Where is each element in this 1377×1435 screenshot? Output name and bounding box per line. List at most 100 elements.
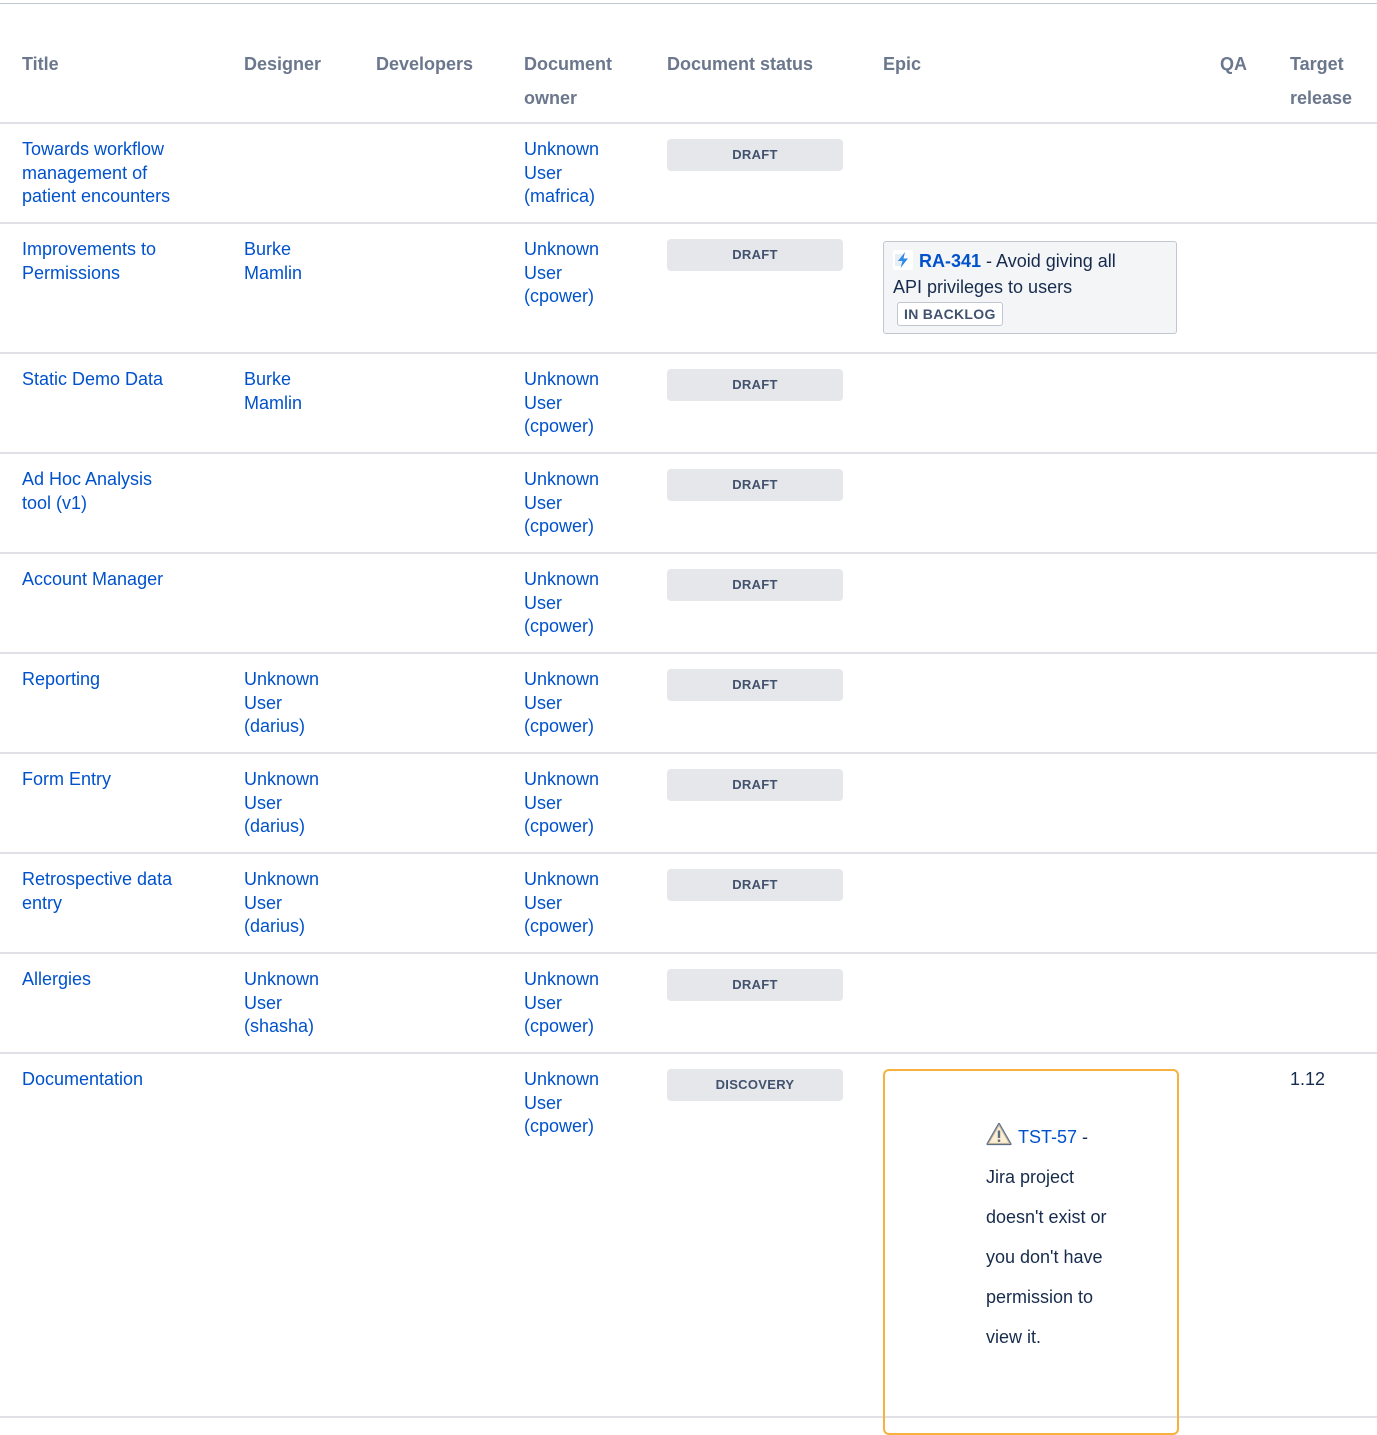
owner-line[interactable]: User <box>524 1092 649 1116</box>
owner-line[interactable]: (cpower) <box>524 415 649 439</box>
designer-line[interactable]: User <box>244 992 354 1016</box>
owner-line[interactable]: Unknown <box>524 138 649 162</box>
owner-line[interactable]: Unknown <box>524 368 649 392</box>
owner-line[interactable]: User <box>524 892 649 916</box>
row-title-link[interactable]: Account Manager <box>22 568 222 592</box>
designer-line[interactable]: (shasha) <box>244 1015 354 1039</box>
designer-line[interactable]: Unknown <box>244 868 354 892</box>
row-owner-link[interactable]: Unknown User (cpower) <box>524 668 649 739</box>
header-designer[interactable]: Designer <box>244 47 354 81</box>
row-title-link[interactable]: Ad Hoc Analysis tool (v1) <box>22 468 222 515</box>
owner-line[interactable]: User <box>524 262 649 286</box>
row-owner-link[interactable]: Unknown User (cpower) <box>524 368 649 439</box>
owner-line[interactable]: Unknown <box>524 968 649 992</box>
title-line[interactable]: Allergies <box>22 968 222 992</box>
row-title-link[interactable]: Allergies <box>22 968 222 992</box>
owner-line[interactable]: User <box>524 692 649 716</box>
row-title-link[interactable]: Static Demo Data <box>22 368 222 392</box>
designer-line[interactable]: (darius) <box>244 715 354 739</box>
designer-line[interactable]: User <box>244 692 354 716</box>
designer-line[interactable]: User <box>244 892 354 916</box>
owner-line[interactable]: User <box>524 992 649 1016</box>
title-line[interactable]: management of <box>22 162 222 186</box>
owner-line[interactable]: Unknown <box>524 868 649 892</box>
row-owner-link[interactable]: Unknown User (cpower) <box>524 238 649 309</box>
header-title[interactable]: Title <box>22 47 222 81</box>
title-line[interactable]: Form Entry <box>22 768 222 792</box>
row-designer-link[interactable]: Burke Mamlin <box>244 238 354 285</box>
title-line[interactable]: entry <box>22 892 222 916</box>
designer-line[interactable]: (darius) <box>244 815 354 839</box>
row-title-link[interactable]: Form Entry <box>22 768 222 792</box>
owner-line[interactable]: (cpower) <box>524 515 649 539</box>
row-owner-link[interactable]: Unknown User (mafrica) <box>524 138 649 209</box>
row-designer-link[interactable]: Unknown User (darius) <box>244 768 354 839</box>
row-owner-link[interactable]: Unknown User (cpower) <box>524 1068 649 1139</box>
epic-key-link[interactable]: RA-341 <box>919 251 981 271</box>
row-designer-link[interactable]: Unknown User (darius) <box>244 668 354 739</box>
row-title-link[interactable]: Retrospective data entry <box>22 868 222 915</box>
owner-line[interactable]: User <box>524 592 649 616</box>
owner-line[interactable]: Unknown <box>524 768 649 792</box>
owner-line[interactable]: (cpower) <box>524 1015 649 1039</box>
designer-line[interactable]: Unknown <box>244 968 354 992</box>
owner-line[interactable]: (cpower) <box>524 285 649 309</box>
designer-line[interactable]: Burke <box>244 238 354 262</box>
designer-line[interactable]: Burke <box>244 368 354 392</box>
title-line[interactable]: Improvements to <box>22 238 222 262</box>
row-title-link[interactable]: Reporting <box>22 668 222 692</box>
row-designer-link[interactable]: Unknown User (shasha) <box>244 968 354 1039</box>
owner-line[interactable]: Unknown <box>524 468 649 492</box>
owner-line[interactable]: (cpower) <box>524 815 649 839</box>
title-line[interactable]: Permissions <box>22 262 222 286</box>
title-line[interactable]: tool (v1) <box>22 492 222 516</box>
header-document-status[interactable]: Document status <box>667 47 813 81</box>
title-line[interactable]: Documentation <box>22 1068 222 1092</box>
header-developers[interactable]: Developers <box>376 47 506 81</box>
row-designer-link[interactable]: Burke Mamlin <box>244 368 354 415</box>
row-title-link[interactable]: Towards workflow management of patient enc… <box>22 138 222 209</box>
designer-line[interactable]: Mamlin <box>244 262 354 286</box>
owner-line[interactable]: (cpower) <box>524 715 649 739</box>
title-line[interactable]: Static Demo Data <box>22 368 222 392</box>
title-line[interactable]: patient encounters <box>22 185 222 209</box>
header-qa[interactable]: QA <box>1220 47 1247 81</box>
row-title-link[interactable]: Improvements to Permissions <box>22 238 222 285</box>
header-epic[interactable]: Epic <box>883 47 921 81</box>
owner-line[interactable]: Unknown <box>524 1068 649 1092</box>
owner-line[interactable]: (cpower) <box>524 1115 649 1139</box>
owner-line[interactable]: Unknown <box>524 568 649 592</box>
row-owner-link[interactable]: Unknown User (cpower) <box>524 768 649 839</box>
jira-error-card: TST-57 - Jira project doesn't exist or you … <box>883 1069 1179 1435</box>
owner-line[interactable]: Unknown <box>524 668 649 692</box>
title-line[interactable]: Reporting <box>22 668 222 692</box>
title-line[interactable]: Towards workflow <box>22 138 222 162</box>
header-target-release[interactable]: Target release <box>1290 47 1352 115</box>
row-designer-link[interactable]: Unknown User (darius) <box>244 868 354 939</box>
designer-line[interactable]: (darius) <box>244 915 354 939</box>
row-owner-link[interactable]: Unknown User (cpower) <box>524 568 649 639</box>
title-line[interactable]: Ad Hoc Analysis <box>22 468 222 492</box>
owner-line[interactable]: (cpower) <box>524 915 649 939</box>
owner-line[interactable]: (cpower) <box>524 615 649 639</box>
owner-line[interactable]: User <box>524 792 649 816</box>
title-line[interactable]: Account Manager <box>22 568 222 592</box>
header-document-owner[interactable]: Document owner <box>524 47 649 115</box>
jira-issue-link[interactable]: TST-57 <box>1018 1127 1077 1147</box>
owner-line[interactable]: User <box>524 162 649 186</box>
designer-line[interactable]: User <box>244 792 354 816</box>
owner-line[interactable]: User <box>524 392 649 416</box>
row-owner-link[interactable]: Unknown User (cpower) <box>524 868 649 939</box>
designer-line[interactable]: Mamlin <box>244 392 354 416</box>
designer-line[interactable]: Unknown <box>244 668 354 692</box>
designer-line[interactable]: Unknown <box>244 768 354 792</box>
title-line[interactable]: Retrospective data <box>22 868 222 892</box>
owner-line[interactable]: Unknown <box>524 238 649 262</box>
header-document-owner-line1: Document <box>524 54 613 74</box>
owner-line[interactable]: (mafrica) <box>524 185 649 209</box>
row-owner-link[interactable]: Unknown User (cpower) <box>524 468 649 539</box>
row-owner-link[interactable]: Unknown User (cpower) <box>524 968 649 1039</box>
status-lozenge: DRAFT <box>667 669 843 701</box>
owner-line[interactable]: User <box>524 492 649 516</box>
row-title-link[interactable]: Documentation <box>22 1068 222 1092</box>
